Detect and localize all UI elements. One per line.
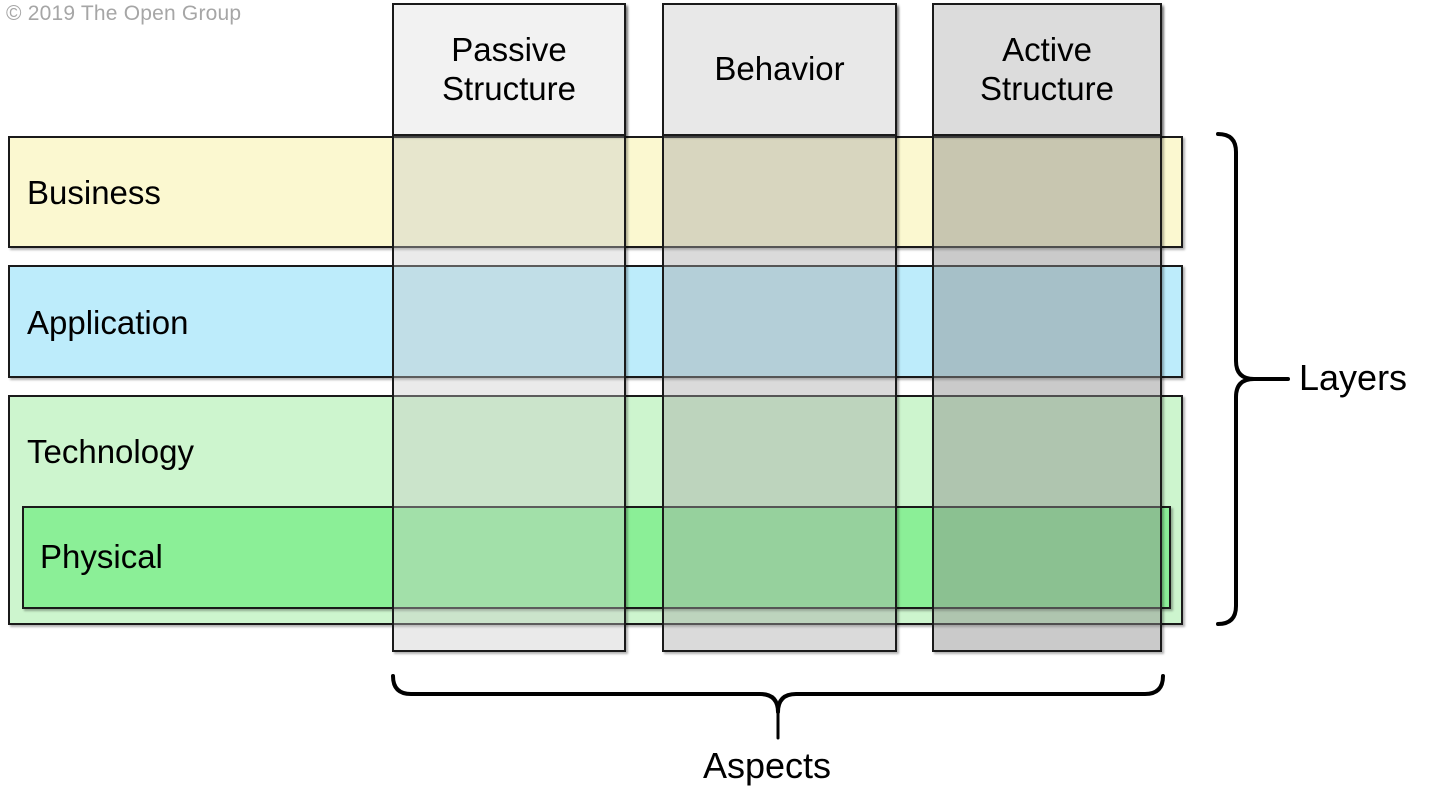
aspects-brace-label: Aspects xyxy=(703,745,832,786)
layer-label-technology: Technology xyxy=(27,433,194,470)
aspect-header-line2: Structure xyxy=(442,69,576,107)
copyright-notice: © 2019 The Open Group xyxy=(6,2,242,25)
archimate-framework-diagram: © 2019 The Open Group Business Applicati… xyxy=(0,0,1453,803)
aspect-header-active-structure: Active Structure xyxy=(932,3,1162,136)
layers-brace xyxy=(1216,132,1290,626)
layer-label-application: Application xyxy=(27,304,189,341)
aspect-header-line1: Active xyxy=(1002,30,1092,68)
aspect-header-line1: Passive xyxy=(451,30,567,68)
aspect-header-behavior: Behavior xyxy=(662,3,897,136)
aspects-brace xyxy=(391,674,1165,740)
aspect-header-line1: Behavior xyxy=(714,50,845,88)
layer-label-physical: Physical xyxy=(40,538,163,575)
layers-brace-label: Layers xyxy=(1299,357,1408,398)
aspect-header-line2: Structure xyxy=(980,69,1114,107)
aspect-header-passive-structure: Passive Structure xyxy=(392,3,626,136)
layer-label-business: Business xyxy=(27,174,161,211)
